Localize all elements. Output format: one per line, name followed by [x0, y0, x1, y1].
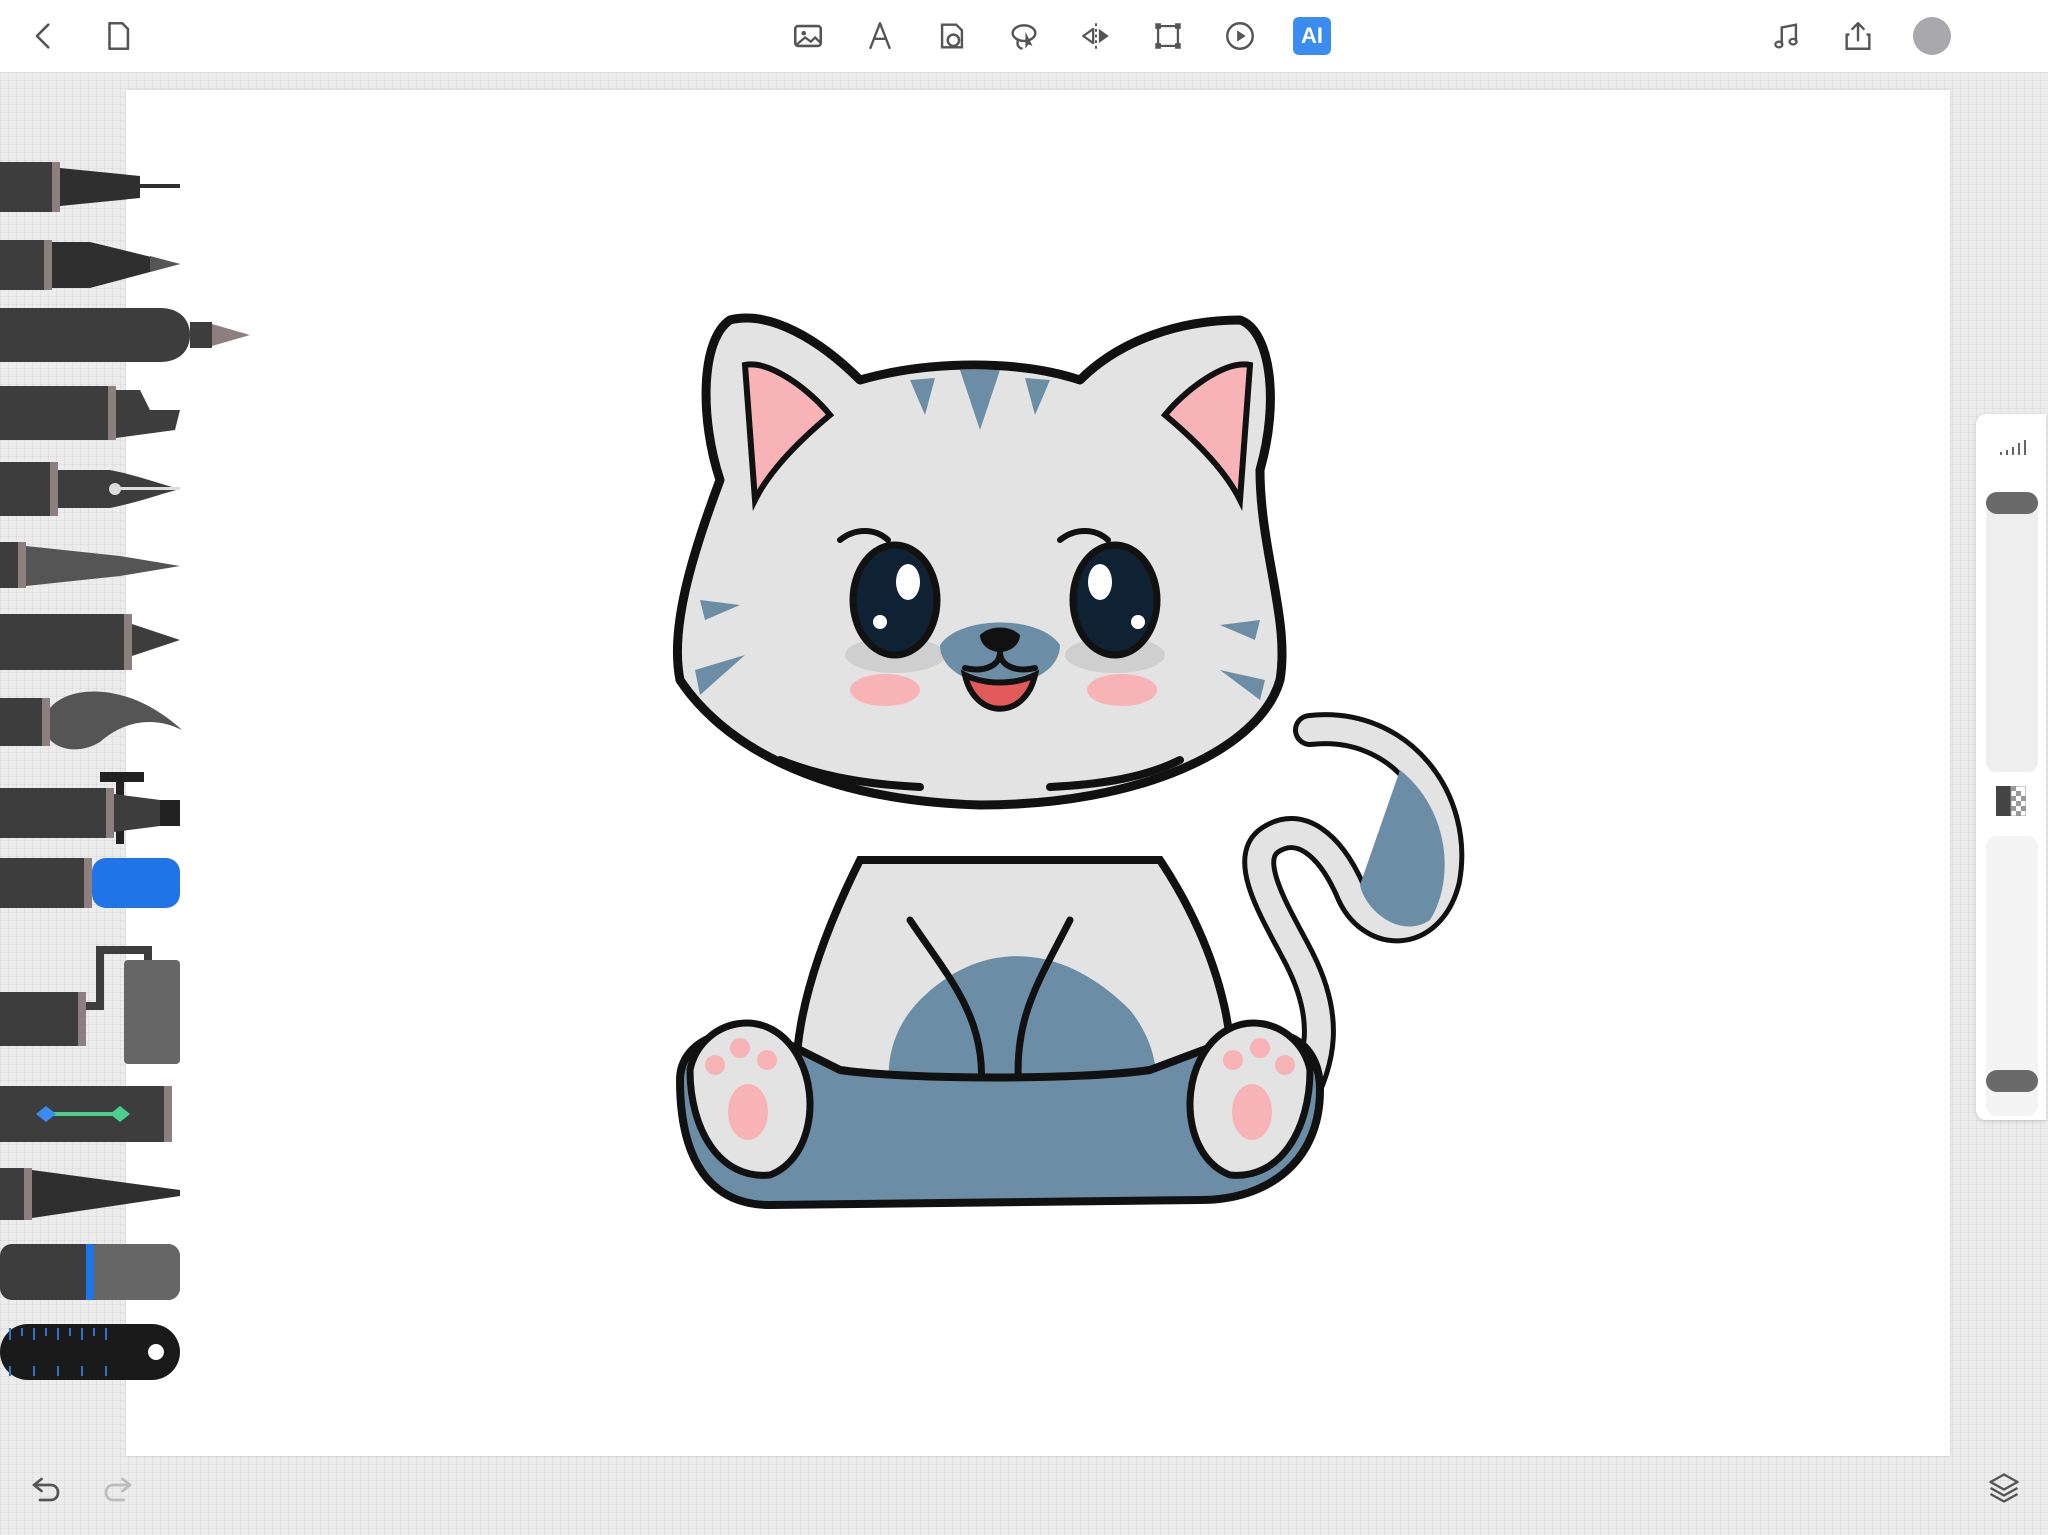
highlighter-tool[interactable]	[0, 380, 190, 444]
music-button[interactable]	[1764, 14, 1808, 58]
play-icon	[1226, 22, 1254, 50]
crayon-tool[interactable]	[0, 608, 190, 672]
airbrush-tool[interactable]	[0, 764, 190, 844]
texture-brush-tool[interactable]	[0, 1160, 190, 1226]
paint-roller-tool[interactable]	[0, 940, 190, 1070]
redo-button[interactable]	[96, 1466, 140, 1510]
ruler-tool[interactable]	[0, 1316, 190, 1382]
lasso-icon	[1011, 24, 1037, 50]
transform-icon	[1155, 23, 1181, 49]
share-button[interactable]	[1836, 14, 1880, 58]
ai-button[interactable]: AI	[1290, 14, 1334, 58]
brush-size-knob[interactable]	[1986, 492, 2038, 514]
transform-tool-button[interactable]	[1146, 14, 1190, 58]
tool-rail	[0, 150, 260, 1390]
opacity-knob[interactable]	[1986, 1070, 2038, 1092]
layers-icon	[1989, 1473, 2019, 1503]
marker-tool[interactable]	[0, 300, 260, 370]
share-icon	[1845, 22, 1871, 50]
opacity-icon	[1996, 786, 2026, 816]
color-swatch	[1913, 17, 1951, 55]
brush-tool[interactable]	[0, 684, 190, 754]
cat-drawing	[672, 313, 1465, 1210]
play-button[interactable]	[1218, 14, 1262, 58]
mirror-icon	[1082, 23, 1109, 49]
pencil-tool[interactable]	[0, 234, 190, 294]
shape-tool-button[interactable]	[930, 14, 974, 58]
eraser-tool[interactable]	[0, 850, 190, 914]
gradient-tool[interactable]	[0, 1080, 190, 1146]
shape-icon	[940, 23, 964, 49]
text-tool-button[interactable]	[858, 14, 902, 58]
undo-icon	[32, 1477, 60, 1502]
ai-icon: AI	[1293, 17, 1331, 55]
fountain-pen-tool[interactable]	[0, 456, 190, 520]
technical-pen-tool[interactable]	[0, 156, 190, 216]
document-button[interactable]	[96, 14, 140, 58]
insert-image-button[interactable]	[786, 14, 830, 58]
smudge-tool[interactable]	[0, 1236, 190, 1302]
back-button[interactable]	[22, 14, 66, 58]
brush-size-icon	[2000, 440, 2026, 455]
music-icon	[1774, 23, 1798, 49]
brush-settings-panel	[1976, 414, 2046, 1120]
calligraphy-pen-tool[interactable]	[0, 532, 190, 596]
lasso-tool-button[interactable]	[1002, 14, 1046, 58]
brush-size-slider[interactable]	[1986, 492, 2038, 772]
back-icon	[35, 23, 50, 49]
layers-button[interactable]	[1982, 1466, 2026, 1510]
document-icon	[108, 21, 130, 51]
undo-button[interactable]	[24, 1466, 68, 1510]
color-picker-button[interactable]	[1910, 14, 1954, 58]
text-icon	[868, 22, 892, 50]
image-icon	[793, 24, 823, 48]
redo-icon	[104, 1477, 132, 1502]
mirror-tool-button[interactable]	[1074, 14, 1118, 58]
top-toolbar: AI	[0, 0, 2048, 73]
